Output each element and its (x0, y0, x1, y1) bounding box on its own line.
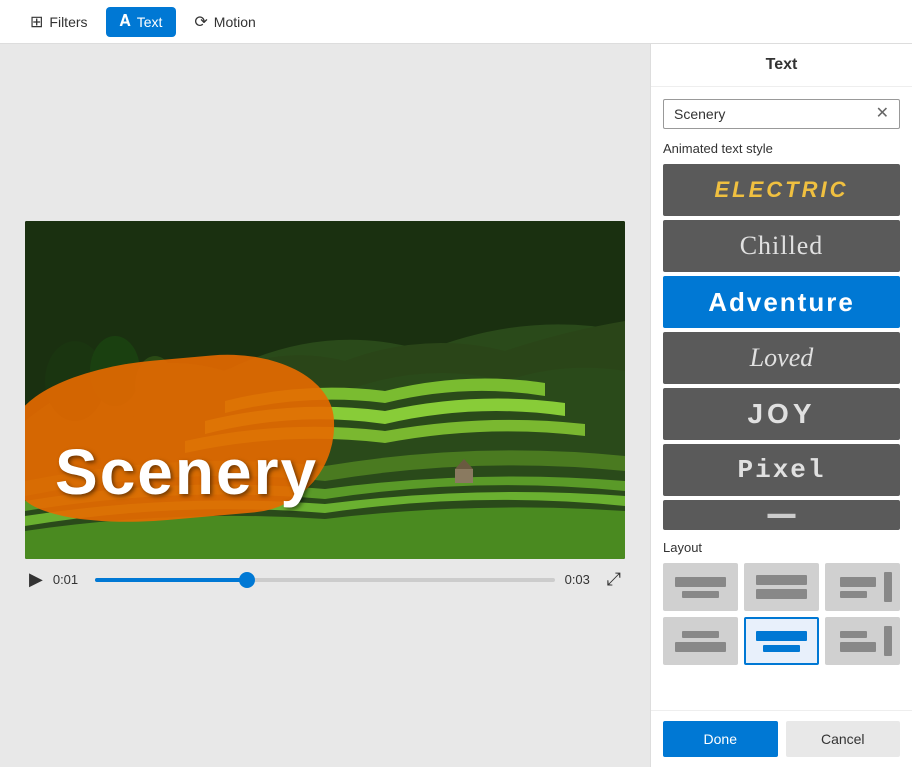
layout-item-6[interactable] (825, 617, 900, 665)
text-button[interactable]: 𝐀 Text (106, 7, 177, 37)
done-button[interactable]: Done (663, 721, 778, 757)
layout-bar-sm (682, 591, 720, 598)
video-text-overlay: Scenery (55, 435, 318, 509)
video-controls: ▶ 0:01 0:03 ⤢ (25, 569, 625, 590)
right-panel: Text ✕ Animated text style ELECTRIC Chil… (650, 44, 912, 767)
layout-bar (756, 631, 806, 641)
layout-grid (663, 563, 900, 665)
layout-item-4[interactable] (663, 617, 738, 665)
text-style-joy[interactable]: JOY (663, 388, 900, 440)
layout-item-2[interactable] (744, 563, 819, 611)
play-icon: ▶ (29, 569, 43, 590)
layout-bar (675, 577, 725, 587)
layout-bar (756, 575, 806, 585)
layout-item-3[interactable] (825, 563, 900, 611)
fullscreen-icon: ⤢ (607, 569, 621, 589)
search-clear-button[interactable]: ✕ (876, 106, 889, 122)
total-time: 0:03 (565, 572, 597, 587)
text-style-pixel[interactable]: Pixel (663, 444, 900, 496)
close-icon: ✕ (876, 105, 889, 122)
text-style-chilled[interactable]: Chilled (663, 220, 900, 272)
text-icon: 𝐀 (120, 13, 131, 31)
search-input[interactable] (674, 106, 876, 122)
filters-icon: ⊞ (30, 12, 43, 32)
seek-bar[interactable] (95, 578, 555, 582)
fullscreen-button[interactable]: ⤢ (607, 569, 621, 590)
cancel-button[interactable]: Cancel (786, 721, 901, 757)
motion-label: Motion (214, 14, 256, 30)
play-button[interactable]: ▶ (29, 569, 43, 590)
filters-button[interactable]: ⊞ Filters (16, 6, 102, 38)
panel-content: ✕ Animated text style ELECTRIC Chilled A… (651, 87, 912, 710)
motion-button[interactable]: ⟳ Motion (180, 6, 269, 38)
layout-label: Layout (663, 540, 900, 555)
search-box: ✕ (663, 99, 900, 129)
animated-text-style-label: Animated text style (663, 141, 900, 156)
current-time: 0:01 (53, 572, 85, 587)
motion-icon: ⟳ (194, 12, 207, 32)
layout-item-1[interactable] (663, 563, 738, 611)
layout-bar (756, 589, 806, 599)
text-style-partial[interactable]: ▬▬ (663, 500, 900, 530)
main-layout: Scenery ▶ 0:01 0:03 ⤢ Text (0, 44, 912, 767)
video-container: Scenery (25, 221, 625, 559)
text-style-electric[interactable]: ELECTRIC (663, 164, 900, 216)
video-area: Scenery ▶ 0:01 0:03 ⤢ (0, 44, 650, 767)
text-style-loved[interactable]: Loved (663, 332, 900, 384)
layout-bar (675, 642, 725, 652)
filters-label: Filters (49, 14, 87, 30)
layout-bar-sm (763, 645, 801, 652)
seek-progress (95, 578, 247, 582)
toolbar: ⊞ Filters 𝐀 Text ⟳ Motion (0, 0, 912, 44)
text-style-adventure[interactable]: Adventure (663, 276, 900, 328)
panel-title: Text (651, 44, 912, 87)
layout-bar-sm (682, 631, 720, 638)
panel-footer: Done Cancel (651, 710, 912, 767)
video-background: Scenery (25, 221, 625, 559)
seek-thumb[interactable] (239, 572, 255, 588)
text-label: Text (137, 14, 163, 30)
layout-item-5[interactable] (744, 617, 819, 665)
